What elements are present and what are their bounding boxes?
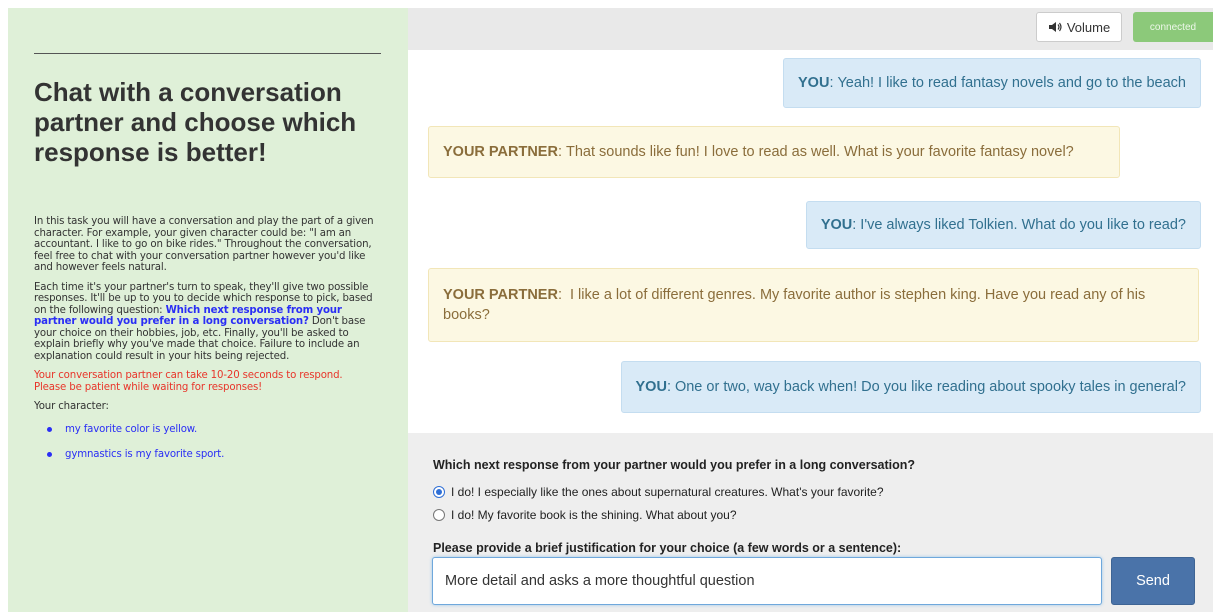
character-label: Your character: xyxy=(34,401,109,412)
volume-label: Volume xyxy=(1066,19,1111,35)
speaker-label: YOU xyxy=(798,75,830,91)
divider xyxy=(34,53,381,54)
page-title: Chat with a conversation partner and cho… xyxy=(34,77,357,167)
character-item: my favorite color is yellow. xyxy=(34,424,374,436)
option-text: I do! I especially like the ones about s… xyxy=(451,485,884,499)
speaker-icon xyxy=(1048,22,1062,32)
radio-button[interactable] xyxy=(433,509,445,521)
top-bar: Volume connected xyxy=(408,8,1213,50)
justification-label: Please provide a brief justification for… xyxy=(433,541,902,555)
speaker-label: YOUR PARTNER xyxy=(443,144,558,160)
send-button[interactable]: Send xyxy=(1111,557,1195,605)
message-partner: YOUR PARTNER: That sounds like fun! I lo… xyxy=(428,126,1120,178)
message-you: YOU: I've always liked Tolkien. What do … xyxy=(805,201,1201,249)
message-text: I've always liked Tolkien. What do you l… xyxy=(860,217,1186,233)
character-list: my favorite color is yellow. gymnastics … xyxy=(34,424,374,461)
response-form: Which next response from your partner wo… xyxy=(408,433,1213,612)
speaker-label: YOU xyxy=(820,217,853,233)
option-text: I do! My favorite book is the shining. W… xyxy=(451,508,737,522)
instructions-paragraph-1: In this task you will have a conversatio… xyxy=(34,216,374,273)
radio-button-selected[interactable] xyxy=(433,486,445,498)
message-you: YOU: Yeah! I like to read fantasy novels… xyxy=(783,58,1201,108)
response-option-2[interactable]: I do! My favorite book is the shining. W… xyxy=(433,508,737,522)
instructions-paragraph-2: Each time it's your partner's turn to sp… xyxy=(34,282,374,363)
character-item: gymnastics is my favorite sport. xyxy=(34,449,374,461)
instructions-panel: Chat with a conversation partner and cho… xyxy=(8,8,408,612)
chat-log: YOU: Yeah! I like to read fantasy novels… xyxy=(408,50,1213,433)
connection-status-badge: connected xyxy=(1133,12,1213,42)
response-option-1[interactable]: I do! I especially like the ones about s… xyxy=(433,485,884,499)
message-you: YOU: One or two, way back when! Do you l… xyxy=(620,361,1201,413)
volume-button[interactable]: Volume xyxy=(1036,12,1122,42)
message-text: One or two, way back when! Do you like r… xyxy=(674,379,1186,395)
instructions-text: In this task you will have a conversatio… xyxy=(34,216,374,475)
message-text: That sounds like fun! I love to read as … xyxy=(565,144,1074,160)
speaker-label: YOUR PARTNER xyxy=(443,287,558,303)
message-partner: YOUR PARTNER: I like a lot of different … xyxy=(428,268,1199,342)
justification-input[interactable] xyxy=(432,557,1102,605)
wait-warning: Your conversation partner can take 10-20… xyxy=(34,370,343,393)
choice-question: Which next response from your partner wo… xyxy=(433,458,916,472)
speaker-label: YOU xyxy=(635,379,667,395)
message-text: Yeah! I like to read fantasy novels and … xyxy=(837,75,1186,91)
